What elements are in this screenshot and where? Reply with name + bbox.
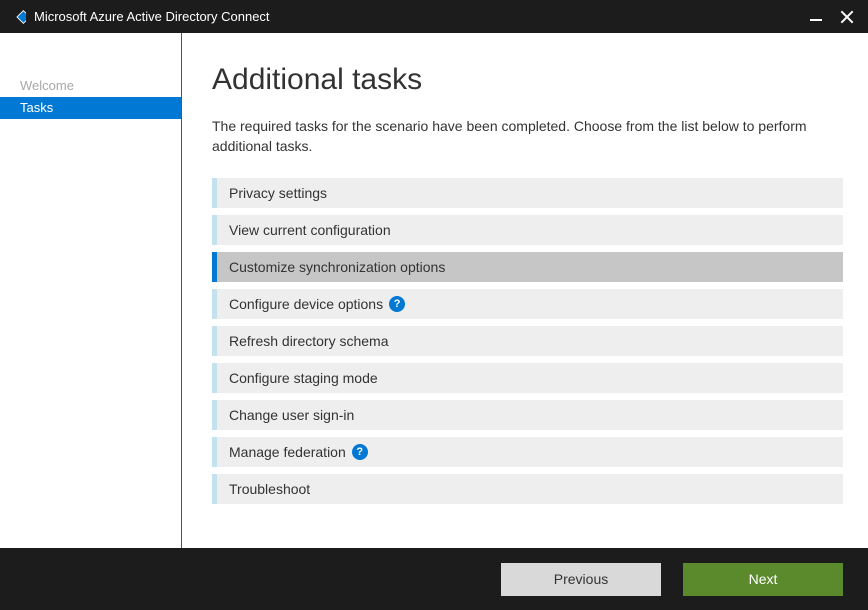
task-accent — [212, 289, 217, 319]
task-label: View current configuration — [229, 222, 391, 238]
task-accent — [212, 437, 217, 467]
task-label: Customize synchronization options — [229, 259, 445, 275]
footer: Previous Next — [0, 548, 868, 610]
task-accent — [212, 326, 217, 356]
sidebar-item-welcome[interactable]: Welcome — [0, 75, 181, 97]
sidebar-item-tasks[interactable]: Tasks — [0, 97, 181, 119]
help-icon[interactable]: ? — [389, 296, 405, 312]
task-configure-device-options[interactable]: Configure device options ? — [212, 289, 843, 319]
task-accent — [212, 474, 217, 504]
task-label: Change user sign-in — [229, 407, 354, 423]
task-accent — [212, 215, 217, 245]
task-accent — [212, 252, 217, 282]
task-label: Refresh directory schema — [229, 333, 389, 349]
task-accent — [212, 400, 217, 430]
task-view-current-configuration[interactable]: View current configuration — [212, 215, 843, 245]
close-icon[interactable] — [840, 10, 854, 24]
task-privacy-settings[interactable]: Privacy settings — [212, 178, 843, 208]
task-manage-federation[interactable]: Manage federation ? — [212, 437, 843, 467]
window-title: Microsoft Azure Active Directory Connect — [34, 9, 810, 24]
task-accent — [212, 363, 217, 393]
task-label: Configure staging mode — [229, 370, 378, 386]
main-area: Welcome Tasks Additional tasks The requi… — [0, 33, 868, 548]
help-icon[interactable]: ? — [352, 444, 368, 460]
page-heading: Additional tasks — [212, 63, 843, 97]
azure-ad-connect-icon — [8, 8, 26, 26]
task-list: Privacy settings View current configurat… — [212, 178, 843, 504]
next-button[interactable]: Next — [683, 563, 843, 596]
sidebar-item-label: Tasks — [20, 100, 53, 115]
task-customize-synchronization-options[interactable]: Customize synchronization options — [212, 252, 843, 282]
task-change-user-sign-in[interactable]: Change user sign-in — [212, 400, 843, 430]
previous-button[interactable]: Previous — [501, 563, 661, 596]
task-label: Manage federation — [229, 444, 346, 460]
task-label: Privacy settings — [229, 185, 327, 201]
sidebar-item-label: Welcome — [20, 78, 74, 93]
task-label: Troubleshoot — [229, 481, 310, 497]
content-pane: Additional tasks The required tasks for … — [182, 33, 868, 548]
window-controls — [810, 10, 860, 24]
task-accent — [212, 178, 217, 208]
intro-text: The required tasks for the scenario have… — [212, 117, 843, 156]
task-refresh-directory-schema[interactable]: Refresh directory schema — [212, 326, 843, 356]
minimize-icon[interactable] — [810, 11, 822, 23]
task-troubleshoot[interactable]: Troubleshoot — [212, 474, 843, 504]
task-configure-staging-mode[interactable]: Configure staging mode — [212, 363, 843, 393]
sidebar: Welcome Tasks — [0, 33, 182, 548]
task-label: Configure device options — [229, 296, 383, 312]
title-bar: Microsoft Azure Active Directory Connect — [0, 0, 868, 33]
